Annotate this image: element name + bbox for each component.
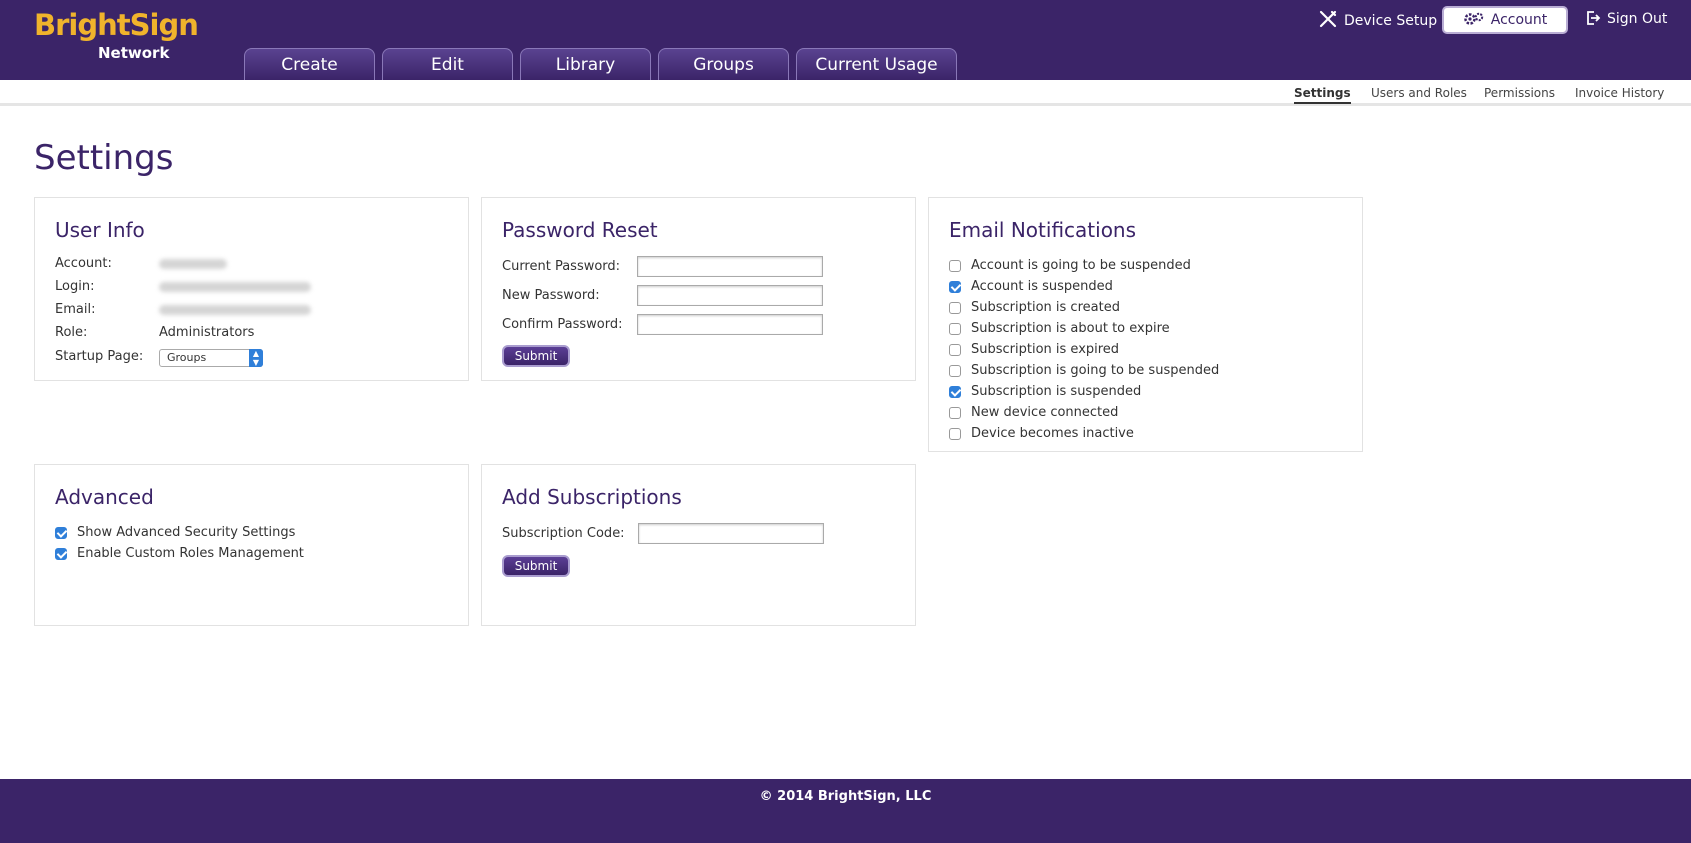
- advanced-option-label[interactable]: Show Advanced Security Settings: [77, 525, 295, 540]
- email-notification-label[interactable]: Device becomes inactive: [971, 426, 1134, 441]
- account-value-redacted: [159, 259, 227, 269]
- sign-out-icon: [1587, 11, 1601, 25]
- email-notification-checkbox[interactable]: [949, 260, 961, 272]
- tools-icon: [1319, 10, 1337, 28]
- role-value: Administrators: [159, 325, 255, 340]
- email-notification-label[interactable]: Account is going to be suspended: [971, 258, 1191, 273]
- subscription-code-input[interactable]: [638, 523, 824, 544]
- subnav-item-users-and-roles[interactable]: Users and Roles: [1371, 86, 1467, 100]
- gear-icon: [1463, 12, 1483, 25]
- user-info-title: User Info: [55, 218, 145, 242]
- logo-brand-text: BrightSign: [34, 8, 199, 42]
- tab-current-usage[interactable]: Current Usage: [796, 48, 957, 80]
- subnav-item-settings[interactable]: Settings: [1294, 86, 1351, 104]
- email-notification-checkbox[interactable]: [949, 323, 961, 335]
- email-notification-label[interactable]: Account is suspended: [971, 279, 1113, 294]
- tab-current-usage-label: Current Usage: [815, 55, 938, 75]
- subscription-submit-button[interactable]: Submit: [502, 555, 570, 577]
- subscription-code-label: Subscription Code:: [502, 526, 625, 541]
- account-label: Account: [1490, 12, 1548, 28]
- email-notification-label[interactable]: Subscription is going to be suspended: [971, 363, 1219, 378]
- current-password-label: Current Password:: [502, 259, 621, 274]
- email-notification-checkbox[interactable]: [949, 407, 961, 419]
- tab-groups-label: Groups: [693, 55, 754, 75]
- sign-out-label: Sign Out: [1607, 11, 1668, 27]
- email-notifications-title: Email Notifications: [949, 218, 1137, 242]
- password-reset-panel: Password Reset Current Password: New Pas…: [481, 197, 916, 381]
- sign-out-link[interactable]: Sign Out: [1585, 9, 1667, 29]
- email-value-redacted: [159, 305, 311, 315]
- logo-network-text: Network: [98, 44, 170, 62]
- copyright-text: © 2014 BrightSign, LLC: [759, 789, 932, 804]
- top-bar: BrightSign Network Create Edit Library G…: [0, 0, 1691, 80]
- email-notification-label[interactable]: Subscription is about to expire: [971, 321, 1170, 336]
- email-notification-checkbox[interactable]: [949, 302, 961, 314]
- email-notification-label[interactable]: Subscription is suspended: [971, 384, 1141, 399]
- subnav-item-permissions[interactable]: Permissions: [1484, 86, 1555, 100]
- new-password-label: New Password:: [502, 288, 600, 303]
- startup-page-select[interactable]: Groups ▲ ▼: [159, 349, 263, 367]
- email-notification-checkbox[interactable]: [949, 344, 961, 356]
- confirm-password-input[interactable]: [637, 314, 823, 335]
- role-label: Role:: [55, 325, 88, 340]
- email-notification-label[interactable]: New device connected: [971, 405, 1118, 420]
- footer: © 2014 BrightSign, LLC: [0, 779, 1691, 843]
- email-notification-checkbox[interactable]: [949, 365, 961, 377]
- current-password-input[interactable]: [637, 256, 823, 277]
- tab-library[interactable]: Library: [520, 48, 651, 80]
- email-label: Email:: [55, 302, 96, 317]
- email-notification-checkbox[interactable]: [949, 428, 961, 440]
- password-submit-button[interactable]: Submit: [502, 345, 570, 367]
- email-notification-label[interactable]: Subscription is created: [971, 300, 1120, 315]
- advanced-option-label[interactable]: Enable Custom Roles Management: [77, 546, 304, 561]
- add-subscriptions-title: Add Subscriptions: [502, 485, 682, 509]
- brightsign-logo[interactable]: BrightSign Network: [34, 8, 199, 66]
- new-password-input[interactable]: [637, 285, 823, 306]
- device-setup-label: Device Setup: [1344, 13, 1438, 29]
- email-notification-checkbox[interactable]: [949, 386, 961, 398]
- device-setup-link[interactable]: Device Setup: [1318, 9, 1437, 31]
- user-info-panel: User Info Account: Login: Email: Role: A…: [34, 197, 469, 381]
- email-notifications-panel: Email Notifications Account is going to …: [928, 197, 1363, 452]
- tab-library-label: Library: [555, 55, 616, 75]
- email-notification-label[interactable]: Subscription is expired: [971, 342, 1119, 357]
- login-label: Login:: [55, 279, 95, 294]
- tab-create[interactable]: Create: [244, 48, 375, 80]
- password-reset-title: Password Reset: [502, 218, 658, 242]
- login-value-redacted: [159, 282, 311, 292]
- sub-navigation: Settings Users and Roles Permissions Inv…: [0, 80, 1691, 106]
- tab-edit-label: Edit: [431, 55, 464, 75]
- startup-page-label: Startup Page:: [55, 349, 144, 364]
- advanced-title: Advanced: [55, 485, 154, 509]
- add-subscriptions-panel: Add Subscriptions Subscription Code: Sub…: [481, 464, 916, 626]
- account-button[interactable]: Account: [1442, 6, 1568, 34]
- email-notification-checkbox[interactable]: [949, 281, 961, 293]
- advanced-option-checkbox[interactable]: [55, 527, 67, 539]
- tab-create-label: Create: [281, 55, 338, 75]
- advanced-option-checkbox[interactable]: [55, 548, 67, 560]
- subnav-item-invoice-history[interactable]: Invoice History: [1575, 86, 1664, 100]
- chevron-updown-icon: ▲ ▼: [249, 349, 263, 367]
- startup-page-value: Groups: [167, 351, 207, 364]
- page-title: Settings: [34, 138, 174, 178]
- tab-groups[interactable]: Groups: [658, 48, 789, 80]
- advanced-panel: Advanced Show Advanced Security Settings…: [34, 464, 469, 626]
- tab-edit[interactable]: Edit: [382, 48, 513, 80]
- account-label: Account:: [55, 256, 112, 271]
- confirm-password-label: Confirm Password:: [502, 317, 623, 332]
